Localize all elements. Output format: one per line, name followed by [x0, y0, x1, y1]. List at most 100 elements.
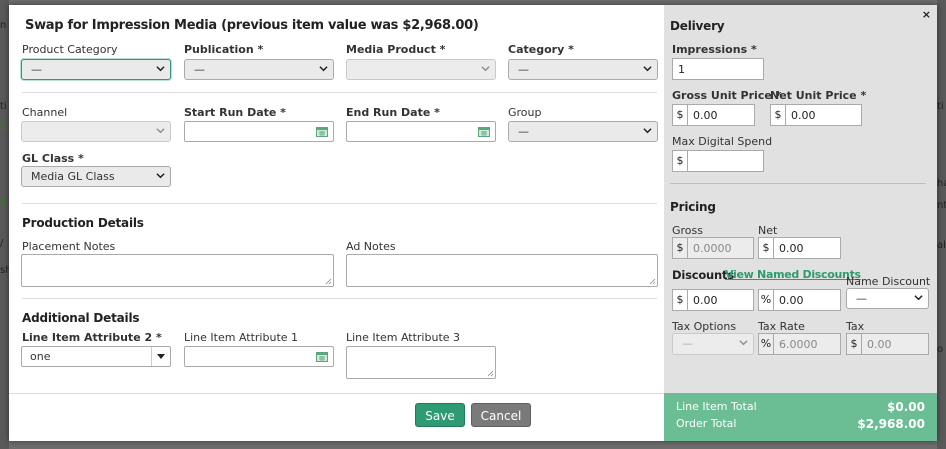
channel-label: Channel	[22, 106, 68, 119]
tax-options-value: —	[682, 337, 693, 350]
chevron-down-icon	[643, 128, 652, 134]
footer-divider	[9, 393, 664, 394]
channel-select[interactable]	[21, 121, 171, 142]
gross-unit-price-input[interactable]: $ 0.00	[672, 104, 755, 126]
calendar-icon[interactable]	[316, 351, 328, 362]
dollar-prefix: $	[673, 105, 688, 125]
line-item-attribute-2-combobox[interactable]: one	[21, 346, 171, 367]
line-item-attribute-3-label: Line Item Attribute 3	[346, 331, 461, 344]
modal-title: Swap for Impression Media (previous item…	[25, 18, 479, 33]
dollar-prefix: $	[759, 238, 774, 258]
publication-select[interactable]: —	[184, 59, 334, 80]
dollar-prefix: $	[673, 151, 688, 171]
gross-unit-price-label: Gross Unit Price *	[672, 89, 782, 102]
tax-options-label: Tax Options	[672, 320, 737, 333]
chevron-down-icon	[643, 66, 652, 72]
name-discount-label: Name Discount	[846, 275, 931, 288]
line-item-attribute-3-textarea[interactable]	[346, 346, 496, 379]
gross-label: Gross	[672, 224, 703, 237]
placement-notes-textarea[interactable]	[21, 254, 334, 287]
tax-rate-input: % 6.0000	[758, 333, 841, 355]
max-digital-spend-input[interactable]: $	[672, 150, 764, 172]
tax-options-select[interactable]: —	[672, 333, 754, 355]
end-run-date-input[interactable]	[346, 121, 496, 142]
additional-details-heading: Additional Details	[22, 311, 140, 325]
category-value: —	[518, 63, 529, 76]
media-product-select[interactable]	[346, 59, 496, 80]
net-unit-price-input[interactable]: $ 0.00	[770, 104, 862, 126]
calendar-icon[interactable]	[316, 126, 328, 137]
calendar-icon[interactable]	[478, 126, 490, 137]
net-label: Net	[758, 224, 778, 237]
ad-notes-textarea[interactable]	[346, 254, 658, 287]
background-text: o	[937, 344, 944, 355]
background-text: ti	[937, 101, 944, 112]
gl-class-value: Media GL Class	[31, 170, 115, 183]
background-text: nt	[937, 200, 946, 211]
tax-label: Tax	[846, 320, 865, 333]
line-item-attribute-2-value: one	[30, 350, 51, 363]
discount-percent-value: 0.00	[779, 294, 804, 307]
net-value: 0.00	[779, 242, 804, 255]
chevron-down-icon	[319, 66, 328, 72]
swap-modal: Swap for Impression Media (previous item…	[9, 5, 937, 441]
max-digital-spend-label: Max Digital Spend	[672, 135, 773, 148]
production-details-heading: Production Details	[22, 216, 144, 230]
media-product-label: Media Product *	[346, 43, 446, 56]
name-discount-select[interactable]: —	[846, 288, 929, 309]
product-category-label: Product Category	[22, 43, 118, 56]
percent-prefix: %	[759, 290, 774, 310]
discount-percent-input[interactable]: % 0.00	[758, 289, 841, 311]
product-category-select[interactable]: —	[21, 59, 171, 80]
resize-handle-icon[interactable]	[325, 278, 332, 285]
impressions-value: 1	[678, 63, 685, 76]
background-text: 3	[0, 197, 7, 208]
resize-handle-icon[interactable]	[649, 278, 656, 285]
close-icon[interactable]: ×	[922, 8, 931, 21]
line-item-attribute-1-label: Line Item Attribute 1	[184, 331, 299, 344]
background-text: al	[937, 240, 946, 251]
impressions-input[interactable]: 1	[672, 58, 764, 80]
impressions-label: Impressions *	[672, 43, 757, 56]
net-input[interactable]: $ 0.00	[758, 237, 841, 259]
background-text: /	[0, 238, 4, 249]
order-total-value: $2,968.00	[857, 417, 925, 431]
tax-value: 0.00	[867, 338, 892, 351]
caret-down-icon[interactable]	[151, 347, 170, 366]
pricing-heading: Pricing	[670, 200, 716, 214]
order-total-label: Order Total	[676, 417, 737, 430]
ad-notes-label: Ad Notes	[346, 240, 396, 253]
gross-value: 0.0000	[693, 242, 732, 255]
background-text: d	[0, 122, 7, 133]
dollar-prefix: $	[673, 290, 688, 310]
placement-notes-label: Placement Notes	[22, 240, 116, 253]
resize-handle-icon[interactable]	[487, 370, 494, 377]
totals-bar: Line Item Total $0.00 Order Total $2,968…	[664, 393, 937, 441]
chevron-down-icon	[481, 66, 490, 72]
background-right	[937, 0, 946, 449]
product-category-value: —	[31, 63, 42, 76]
gross-unit-price-value: 0.00	[693, 109, 718, 122]
tax-input: $ 0.00	[846, 333, 929, 355]
discount-amount-input[interactable]: $ 0.00	[672, 289, 754, 311]
divider	[22, 92, 657, 93]
background-text: n	[0, 20, 7, 31]
publication-label: Publication *	[184, 43, 264, 56]
group-select[interactable]: —	[508, 121, 658, 142]
line-item-total-label: Line Item Total	[676, 400, 757, 413]
divider	[670, 183, 926, 184]
save-button[interactable]: Save	[415, 403, 465, 427]
start-run-date-input[interactable]	[184, 121, 334, 142]
cancel-button[interactable]: Cancel	[471, 403, 531, 427]
view-named-discounts-link[interactable]: View Named Discounts	[725, 268, 861, 281]
background-text: ha	[937, 178, 946, 189]
category-select[interactable]: —	[508, 59, 658, 80]
line-item-form: Swap for Impression Media (previous item…	[9, 5, 664, 441]
line-item-attribute-1-input[interactable]	[184, 346, 334, 367]
gl-class-select[interactable]: Media GL Class	[21, 166, 171, 187]
dollar-prefix: $	[673, 238, 688, 258]
net-unit-price-label: Net Unit Price *	[770, 89, 867, 102]
name-discount-value: —	[856, 292, 867, 305]
chevron-down-icon	[739, 340, 748, 346]
net-unit-price-value: 0.00	[791, 109, 816, 122]
